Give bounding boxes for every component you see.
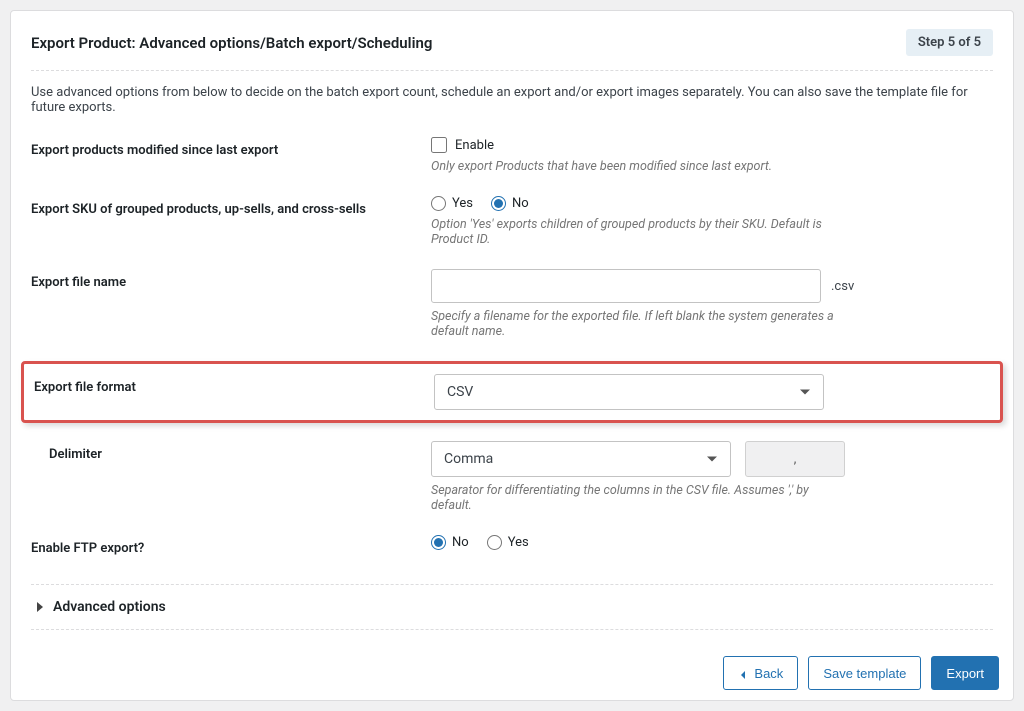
save-template-button[interactable]: Save template	[808, 656, 921, 690]
panel-header: Export Product: Advanced options/Batch e…	[31, 29, 993, 71]
triangle-right-icon	[37, 602, 43, 612]
row-sku: Export SKU of grouped products, up-sells…	[31, 196, 993, 247]
row-delimiter: Delimiter Comma , Separator for differen…	[31, 441, 993, 513]
row-format: Export file format CSV	[34, 374, 990, 410]
enable-checkbox-wrap[interactable]: Enable	[431, 137, 993, 153]
delimiter-helper: Separator for differentiating the column…	[431, 483, 851, 513]
label-ftp: Enable FTP export?	[31, 535, 431, 556]
sku-no-radio[interactable]	[491, 196, 506, 211]
ftp-no-radio[interactable]	[431, 535, 446, 550]
row-modified: Export products modified since last expo…	[31, 137, 993, 174]
enable-checkbox[interactable]	[431, 137, 447, 153]
row-ftp: Enable FTP export? No Yes	[31, 535, 993, 556]
back-button[interactable]: Back	[723, 656, 798, 690]
format-select[interactable]: CSV	[434, 374, 824, 410]
footer-actions: Back Save template Export	[723, 656, 999, 690]
label-modified: Export products modified since last expo…	[31, 137, 431, 158]
filename-input[interactable]	[431, 269, 821, 303]
advanced-options-toggle[interactable]: Advanced options	[31, 584, 993, 630]
intro-text: Use advanced options from below to decid…	[31, 85, 993, 115]
ftp-yes-radio[interactable]	[487, 535, 502, 550]
enable-label: Enable	[455, 138, 494, 153]
label-filename: Export file name	[31, 269, 431, 290]
modified-helper: Only export Products that have been modi…	[431, 159, 851, 174]
sku-yes-option[interactable]: Yes	[431, 196, 473, 211]
label-sku: Export SKU of grouped products, up-sells…	[31, 196, 431, 217]
ftp-no-option[interactable]: No	[431, 535, 469, 550]
sku-helper: Option 'Yes' exports children of grouped…	[431, 217, 851, 247]
format-highlight: Export file format CSV	[21, 361, 1003, 423]
delimiter-select[interactable]: Comma	[431, 441, 731, 477]
export-button[interactable]: Export	[931, 656, 999, 690]
delimiter-value: Comma	[444, 451, 493, 467]
page-title: Export Product: Advanced options/Batch e…	[31, 34, 432, 52]
sku-yes-radio[interactable]	[431, 196, 446, 211]
label-delimiter: Delimiter	[31, 441, 431, 462]
label-format: Export file format	[34, 374, 434, 395]
format-value: CSV	[447, 384, 473, 400]
ftp-yes-option[interactable]: Yes	[487, 535, 529, 550]
delimiter-char: ,	[745, 441, 845, 477]
row-filename: Export file name .csv Specify a filename…	[31, 269, 993, 339]
filename-ext: .csv	[831, 279, 854, 294]
export-panel: Export Product: Advanced options/Batch e…	[10, 10, 1014, 701]
chevron-left-icon	[738, 668, 748, 678]
step-badge: Step 5 of 5	[906, 29, 993, 56]
ftp-radio-group: No Yes	[431, 535, 993, 550]
chevron-down-icon	[706, 453, 718, 465]
filename-helper: Specify a filename for the exported file…	[431, 309, 851, 339]
sku-no-option[interactable]: No	[491, 196, 529, 211]
chevron-down-icon	[799, 386, 811, 398]
sku-radio-group: Yes No	[431, 196, 993, 211]
advanced-options-label: Advanced options	[53, 599, 166, 615]
